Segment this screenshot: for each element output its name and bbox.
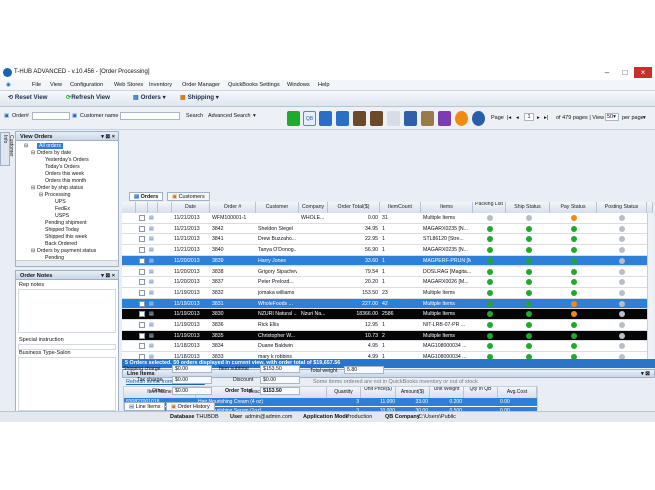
total-weight-field: 5.80 — [344, 366, 384, 374]
discount-field[interactable]: $0.00 — [260, 376, 300, 384]
database-value: THUBDB — [196, 414, 219, 420]
tab-order-history[interactable]: ▣ Order History — [166, 402, 215, 411]
item-subtotal-field: $153.50 — [260, 365, 300, 373]
shipping-charge-label: Shipping charge — [123, 366, 161, 372]
tab-line-items[interactable]: ▤ Line Items — [124, 402, 166, 411]
other-charge-field[interactable]: $0.00 — [172, 387, 212, 395]
application-mode-value: Production — [346, 414, 373, 420]
line-items-tab-icon: ▤ — [129, 404, 136, 410]
application-mode-label: Application Mode — [303, 414, 349, 420]
discount-label: Discount — [233, 377, 254, 383]
order-total-field: $153.50 — [260, 387, 300, 395]
tax-charge-field[interactable]: $0.00 — [172, 376, 212, 384]
tax-charge-label: Tax charge — [137, 377, 163, 383]
shipping-charge-field[interactable]: $0.00 — [172, 365, 212, 373]
other-charge-label: Other — [152, 388, 165, 394]
page-overlay: Shipping charge $0.00 Tax charge $0.00 O… — [0, 0, 655, 490]
item-subtotal-label: Item subtotal — [219, 366, 249, 372]
user-label: User — [230, 414, 243, 420]
order-total-label: Order Total — [225, 388, 253, 394]
order-history-tab-icon: ▣ — [171, 404, 178, 410]
total-weight-label: Total weight — [310, 368, 338, 374]
qb-company-label: QB Company — [385, 414, 420, 420]
qb-company-value: C:\Users\Public — [418, 414, 456, 420]
user-value: admin@admin.com — [245, 414, 293, 420]
bottom-status-bar: Database THUBDB User admin@admin.com App… — [0, 411, 655, 422]
database-label: Database — [170, 414, 195, 420]
